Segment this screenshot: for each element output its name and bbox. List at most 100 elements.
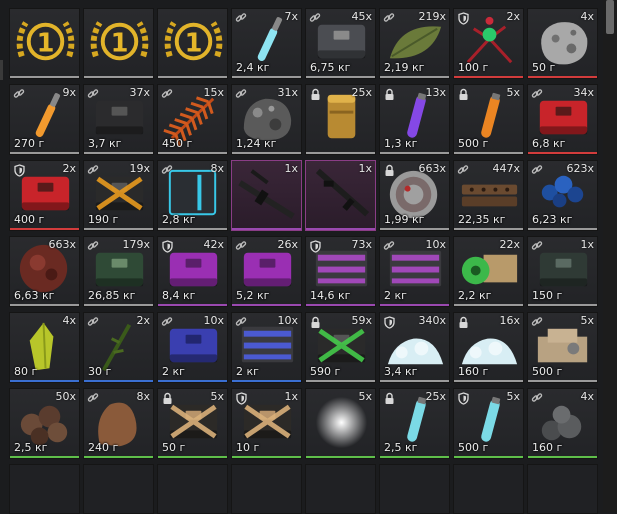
inventory-slot-empty-2[interactable]	[83, 464, 154, 514]
side-tab[interactable]	[0, 60, 3, 80]
rarity-bar	[528, 228, 597, 230]
item-quantity: 34x	[573, 86, 594, 99]
item-quantity: 4x	[580, 10, 594, 23]
inventory-slot-gray-case[interactable]: 45x 6,75 кг	[305, 8, 376, 79]
inventory-slot-brick-stack[interactable]: 447x 22,35 кг	[453, 160, 524, 231]
inventory-slot-purple-tube[interactable]: 13x 1,3 кг	[379, 84, 450, 155]
rarity-bar	[158, 456, 227, 458]
inventory-slot-red-case-2[interactable]: 2x 400 г	[9, 160, 80, 231]
item-quantity: 219x	[418, 10, 446, 23]
item-weight: 8,4 кг	[162, 289, 196, 302]
inventory-slot-cyan-injector[interactable]: 7x 2,4 кг	[231, 8, 302, 79]
inventory-slot-red-flower[interactable]: 2x 100 г	[453, 8, 524, 79]
item-weight: 450 г	[162, 137, 193, 150]
item-quantity: 340x	[418, 314, 446, 327]
inventory-slot-green-sprig[interactable]: 2x 30 г	[83, 312, 154, 383]
inventory-slot-empty-5[interactable]	[305, 464, 376, 514]
item-weight: 2 кг	[384, 289, 407, 302]
inventory-slot-empty-4[interactable]	[231, 464, 302, 514]
inventory-slot-tan-case[interactable]: 5x 50 г	[157, 388, 228, 459]
rarity-bar	[306, 152, 375, 154]
item-weight: 1,24 кг	[236, 137, 277, 150]
inventory-slot-dark-case[interactable]: 1x 150 г	[527, 236, 598, 307]
rarity-bar	[232, 380, 301, 382]
item-weight: 2,2 кг	[458, 289, 492, 302]
inventory-slot-blue-crystals[interactable]: 623x 6,23 кг	[527, 160, 598, 231]
item-weight: 2 кг	[236, 365, 259, 378]
scrollbar-thumb[interactable]	[606, 0, 614, 34]
item-weight: 14,6 кг	[310, 289, 351, 302]
rarity-bar	[528, 76, 597, 78]
inventory-slot-orange-fern[interactable]: 15x 450 г	[157, 84, 228, 155]
link-icon	[86, 391, 100, 405]
inventory-slot-empty-7[interactable]	[453, 464, 524, 514]
inventory-slot-stone-disc[interactable]: 663x 1,99 кг	[379, 160, 450, 231]
rarity-bar	[232, 304, 301, 306]
inventory-slot-blue-case[interactable]: 10x 2 кг	[157, 312, 228, 383]
inventory-slot-red-orb[interactable]: 663x 6,63 кг	[9, 236, 80, 307]
rarity-bar	[10, 304, 79, 306]
inventory-slot-blue-crate[interactable]: 10x 2 кг	[231, 312, 302, 383]
item-quantity: 16x	[499, 314, 520, 327]
inventory-slot-salt-pile[interactable]: 340x 3,4 кг	[379, 312, 450, 383]
rarity-bar	[232, 152, 301, 154]
inventory-slot-orange-x-case[interactable]: 19x 190 г	[83, 160, 154, 231]
inventory-slot-brown-rocks[interactable]: 50x 2,5 кг	[9, 388, 80, 459]
item-weight: 50 г	[532, 61, 556, 74]
inventory-slot-salt-pile-2[interactable]: 16x 160 г	[453, 312, 524, 383]
inventory-slot-medal-2[interactable]: 1	[83, 8, 154, 79]
inventory-slot-white-cloud[interactable]: 5x	[305, 388, 376, 459]
link-icon	[530, 391, 544, 405]
inventory-slot-rock-cluster[interactable]: 31x 1,24 кг	[231, 84, 302, 155]
inventory-slot-cyan-box[interactable]: 8x 2,8 кг	[157, 160, 228, 231]
shield-icon	[456, 391, 470, 405]
inventory-slot-orange-injector[interactable]: 9x 270 г	[9, 84, 80, 155]
inventory-slot-cyan-tube-2[interactable]: 5x 500 г	[453, 388, 524, 459]
inventory-slot-cyan-tube[interactable]: 25x 2,5 кг	[379, 388, 450, 459]
inventory-slot-sniper-rifle[interactable]: 1x	[305, 160, 376, 231]
inventory-slot-medal-3[interactable]: 1	[157, 8, 228, 79]
item-weight: 2,19 кг	[384, 61, 425, 74]
inventory-slot-purple-case-2[interactable]: 26x 5,2 кг	[231, 236, 302, 307]
inventory-slot-empty-1[interactable]	[9, 464, 80, 514]
inventory-slot-yellow-crystal[interactable]: 4x 80 г	[9, 312, 80, 383]
lock-icon	[308, 315, 322, 329]
rarity-bar	[84, 152, 153, 154]
inventory-slot-green-leaf[interactable]: 219x 2,19 кг	[379, 8, 450, 79]
inventory-slot-purple-case[interactable]: 42x 8,4 кг	[157, 236, 228, 307]
rarity-bar	[232, 76, 301, 78]
item-weight: 150 г	[532, 289, 563, 302]
inventory-slot-red-case[interactable]: 34x 6,8 кг	[527, 84, 598, 155]
inventory-slot-brown-chunk[interactable]: 8x 240 г	[83, 388, 154, 459]
inventory-slot-purple-crate[interactable]: 73x 14,6 кг	[305, 236, 376, 307]
inventory-slot-black-case[interactable]: 37x 3,7 кг	[83, 84, 154, 155]
scrollbar[interactable]	[603, 0, 617, 512]
inventory-slot-medal-1[interactable]: 1	[9, 8, 80, 79]
item-quantity: 5x	[358, 390, 372, 403]
inventory-slot-green-case[interactable]: 179x 26,85 кг	[83, 236, 154, 307]
inventory-slot-tan-case-2[interactable]: 1x 10 г	[231, 388, 302, 459]
rarity-bar	[380, 456, 449, 458]
link-icon	[234, 239, 248, 253]
item-quantity: 5x	[506, 390, 520, 403]
link-icon	[160, 315, 174, 329]
inventory-slot-green-spool[interactable]: 22x 2,2 кг	[453, 236, 524, 307]
inventory-slot-rifle[interactable]: 1x	[231, 160, 302, 231]
inventory-slot-box-pile[interactable]: 5x 500 г	[527, 312, 598, 383]
shield-icon	[308, 239, 322, 253]
inventory-slot-silver-ore[interactable]: 4x 50 г	[527, 8, 598, 79]
inventory-slot-purple-crate-2[interactable]: 10x 2 кг	[379, 236, 450, 307]
inventory-slot-empty-3[interactable]	[157, 464, 228, 514]
inventory-slot-empty-6[interactable]	[379, 464, 450, 514]
item-quantity: 5x	[506, 86, 520, 99]
inventory-slot-gold-canister[interactable]: 25x	[305, 84, 376, 155]
item-weight: 5,2 кг	[236, 289, 270, 302]
item-weight: 400 г	[14, 213, 45, 226]
inventory-slot-green-x-case[interactable]: 59x 590 г	[305, 312, 376, 383]
inventory-slot-gray-spheres[interactable]: 4x 160 г	[527, 388, 598, 459]
inventory-slot-orange-tube[interactable]: 5x 500 г	[453, 84, 524, 155]
rarity-bar	[380, 152, 449, 154]
item-weight: 2,5 кг	[384, 441, 418, 454]
item-weight: 500 г	[458, 441, 489, 454]
inventory-slot-empty-8[interactable]	[527, 464, 598, 514]
